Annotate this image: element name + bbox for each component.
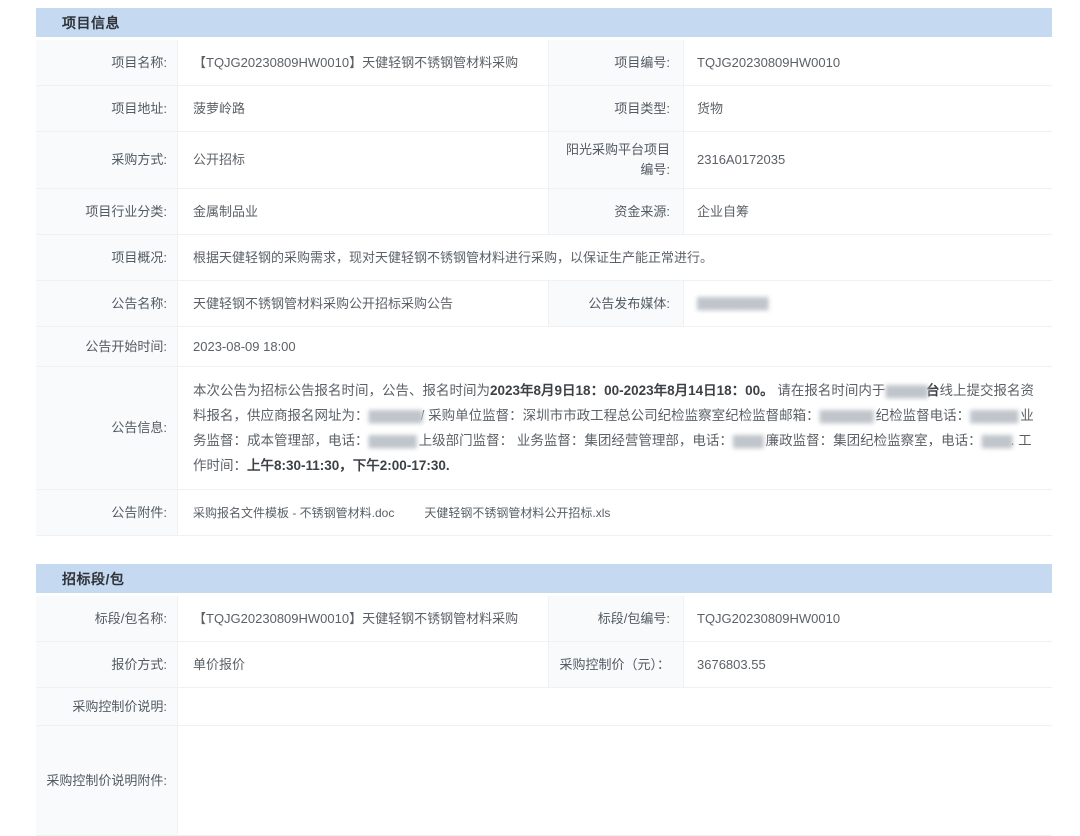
announcement-detail-page: 项目信息 项目名称: 【TQJG20230809HW0010】天健轻钢不锈钢管材… <box>0 0 1080 836</box>
table-row: 公告附件: 采购报名文件模板 - 不锈钢管材料.doc 天健轻钢不锈钢管材料公开招… <box>36 490 1052 536</box>
redacted-text: █████ <box>732 436 764 448</box>
table-row: 公告开始时间: 2023-08-09 18:00 <box>36 327 1052 367</box>
notice-text-bold-segment: 2023年8月9日18：00-2023年8月14日18：00。 <box>490 383 774 398</box>
table-row: 公告信息: 本次公告为招标公告报名时间，公告、报名时间为2023年8月9日18：… <box>36 367 1052 490</box>
notice-name-value: 天健轻钢不锈钢管材料采购公开招标采购公告 <box>193 295 454 311</box>
redacted-text: ███████ <box>885 386 928 398</box>
notice-info-label: 公告信息: <box>36 367 178 489</box>
project-name-value: 【TQJG20230809HW0010】天健轻钢不锈钢管材料采购 <box>193 54 519 70</box>
notice-attachments-label: 公告附件: <box>36 490 178 535</box>
table-row: 项目概况: 根据天健轻钢的采购需求，现对天健轻钢不锈钢管材料进行采购，以保证生产… <box>36 235 1052 281</box>
table-row: 项目行业分类: 金属制品业 资金来源: 企业自筹 <box>36 189 1052 235</box>
notice-text-segment: 纪检监督电话： <box>871 408 971 423</box>
attachment-link[interactable]: 天健轻钢不锈钢管材料公开招标.xls <box>424 503 610 523</box>
package-name-value: 【TQJG20230809HW0010】天健轻钢不锈钢管材料采购 <box>193 610 519 626</box>
notice-text-bold-segment: 上午8:30-11:30，下午2:00-17:30. <box>247 458 450 473</box>
notice-text-segment: 上级部门监督： 业务监督：集团经营管理部，电话： <box>414 433 733 448</box>
project-address-value: 菠萝岭路 <box>193 100 246 116</box>
notice-media-value: ████████████ <box>684 281 1052 326</box>
notice-text-segment: 请在报名时间内于 <box>773 383 886 398</box>
table-row: 采购控制价说明: <box>36 688 1052 726</box>
platform-project-no-value: 2316A0172035 <box>697 152 786 167</box>
table-row: 项目名称: 【TQJG20230809HW0010】天健轻钢不锈钢管材料采购 项… <box>36 40 1052 86</box>
project-no-value: TQJG20230809HW0010 <box>697 54 841 70</box>
quote-method-label: 报价方式: <box>36 642 178 687</box>
control-price-value: 3676803.55 <box>697 656 766 672</box>
platform-project-no-label: 阳光采购平台项目编号: <box>548 132 684 188</box>
project-type-label: 项目类型: <box>548 86 684 131</box>
project-overview-value: 根据天健轻钢的采购需求，现对天健轻钢不锈钢管材料进行采购，以保证生产能正常进行。 <box>193 249 714 265</box>
purchase-method-label: 采购方式: <box>36 132 178 188</box>
purchase-method-value: 公开招标 <box>193 152 246 167</box>
notice-text-segment: 廉政监督：集团纪检监察室，电话： <box>761 433 982 448</box>
redacted-text: ████████ <box>368 436 417 448</box>
attachment-link[interactable]: 采购报名文件模板 - 不锈钢管材料.doc <box>193 503 394 523</box>
redacted-text: ████████████ <box>697 297 769 310</box>
industry-value: 金属制品业 <box>193 203 259 219</box>
project-info-title: 项目信息 <box>62 14 120 31</box>
package-no-value: TQJG20230809HW0010 <box>697 610 841 626</box>
table-row: 公告名称: 天健轻钢不锈钢管材料采购公开招标采购公告 公告发布媒体: █████… <box>36 281 1052 327</box>
quote-method-value: 单价报价 <box>193 656 246 672</box>
notice-info-text: 本次公告为招标公告报名时间，公告、报名时间为2023年8月9日18：00-202… <box>178 367 1052 489</box>
project-name-label: 项目名称: <box>36 40 178 85</box>
project-info-card: 项目信息 项目名称: 【TQJG20230809HW0010】天健轻钢不锈钢管材… <box>36 8 1052 536</box>
notice-name-label: 公告名称: <box>36 281 178 326</box>
project-overview-label: 项目概况: <box>36 235 178 280</box>
table-row: 采购方式: 公开招标 阳光采购平台项目编号: 2316A0172035 <box>36 132 1052 189</box>
control-price-note-value <box>178 688 1052 725</box>
bid-package-card: 招标段/包 标段/包名称: 【TQJG20230809HW0010】天健轻钢不锈… <box>36 564 1052 836</box>
notice-text-segment: / 采购单位监督：深圳市市政工程总公司纪检监察室纪检监督邮箱： <box>420 408 820 423</box>
table-row: 采购控制价说明附件: <box>36 726 1052 836</box>
control-price-note-label: 采购控制价说明: <box>36 688 178 725</box>
table-row: 报价方式: 单价报价 采购控制价（元）： 3676803.55 <box>36 642 1052 688</box>
redacted-text: █████ <box>981 436 1013 448</box>
notice-attachments-list: 采购报名文件模板 - 不锈钢管材料.doc 天健轻钢不锈钢管材料公开招标.xls <box>178 490 1052 535</box>
project-no-label: 项目编号: <box>548 40 684 85</box>
bid-package-header: 招标段/包 <box>36 564 1052 596</box>
fund-source-value: 企业自筹 <box>697 203 750 219</box>
project-type-value: 货物 <box>697 100 724 116</box>
package-no-label: 标段/包编号: <box>548 596 684 641</box>
notice-start-time-value: 2023-08-09 18:00 <box>193 338 296 354</box>
project-info-header: 项目信息 <box>36 8 1052 40</box>
notice-text-bold-segment: 台 <box>926 383 940 398</box>
bid-package-title: 招标段/包 <box>62 570 125 587</box>
package-name-label: 标段/包名称: <box>36 596 178 641</box>
control-price-label: 采购控制价（元）： <box>548 642 684 687</box>
redacted-text: █████████ <box>368 411 423 423</box>
industry-label: 项目行业分类: <box>36 189 178 234</box>
redacted-text: ████████ <box>970 411 1018 423</box>
redacted-text: █████████ <box>819 411 874 423</box>
notice-media-label: 公告发布媒体: <box>548 281 684 326</box>
table-row: 项目地址: 菠萝岭路 项目类型: 货物 <box>36 86 1052 132</box>
table-row: 标段/包名称: 【TQJG20230809HW0010】天健轻钢不锈钢管材料采购… <box>36 596 1052 642</box>
notice-start-time-label: 公告开始时间: <box>36 327 178 366</box>
project-address-label: 项目地址: <box>36 86 178 131</box>
notice-text-segment: 本次公告为招标公告报名时间，公告、报名时间为 <box>193 383 490 398</box>
fund-source-label: 资金来源: <box>548 189 684 234</box>
